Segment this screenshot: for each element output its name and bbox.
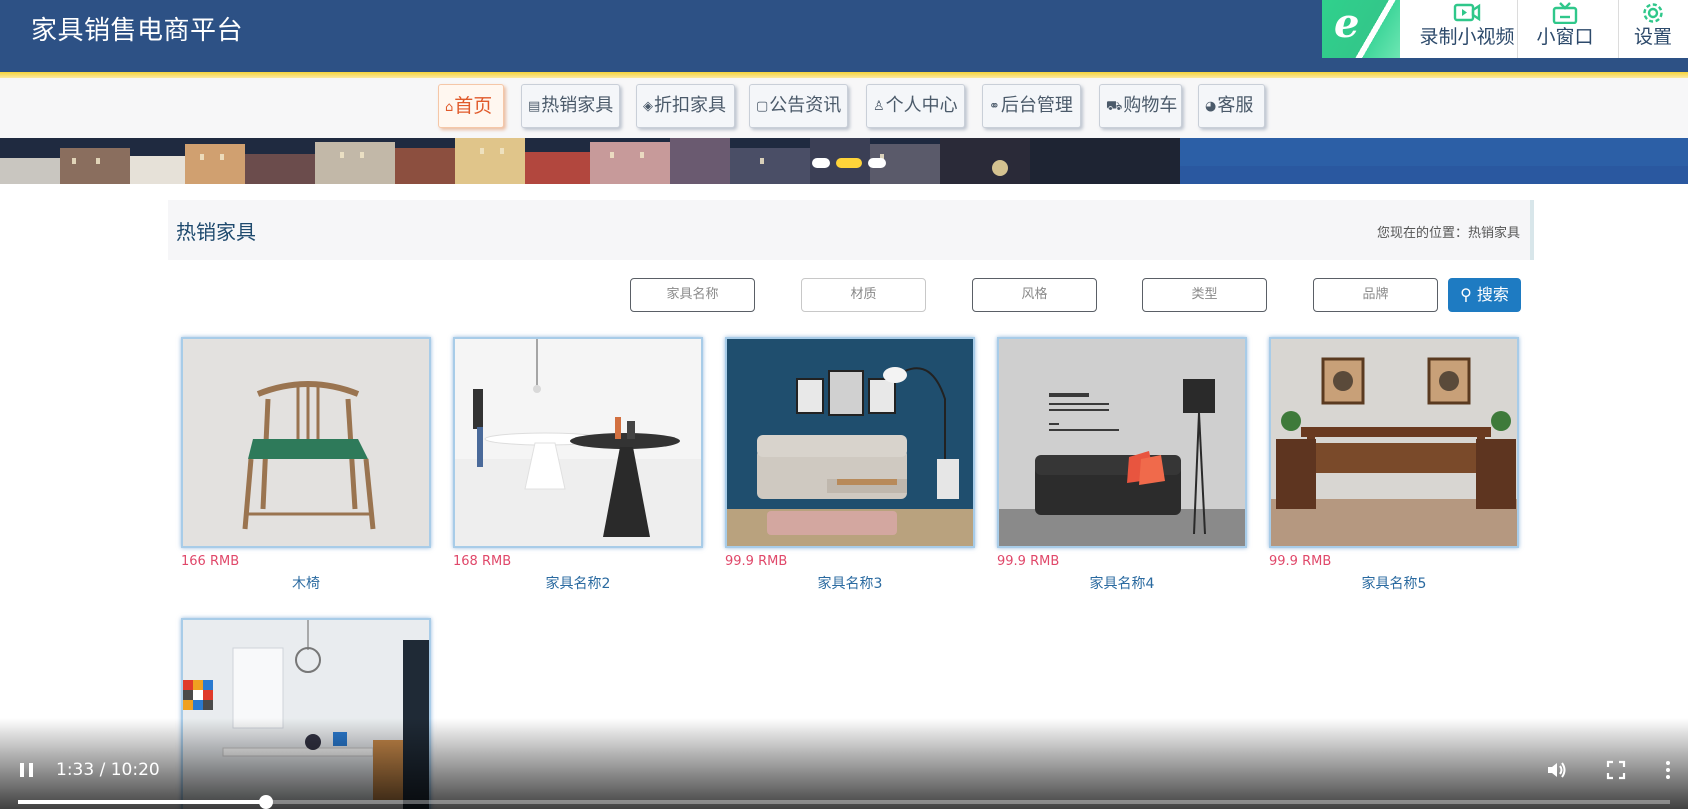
furniture-name-input[interactable]: 家具名称 xyxy=(630,278,755,312)
product-name[interactable]: 木椅 xyxy=(181,575,431,593)
product-price: 99.9 RMB xyxy=(997,554,1060,569)
nav-home[interactable]: ⌂首页 xyxy=(438,84,504,128)
gift-icon: ▤ xyxy=(528,99,541,114)
material-input[interactable]: 材质 xyxy=(801,278,926,312)
main-nav: ⌂首页 ▤热销家具 ◈折扣家具 ▢公告资讯 ♙个人中心 ⚭后台管理 ⛟购物车 ◕… xyxy=(0,78,1688,138)
nav-user-center[interactable]: ♙个人中心 xyxy=(866,84,965,128)
nav-customer-service-label: 客服 xyxy=(1217,95,1254,116)
brand-input[interactable]: 品牌 xyxy=(1313,278,1438,312)
user-icon: ♙ xyxy=(873,99,885,114)
gear-icon xyxy=(1643,3,1663,23)
search-label: 搜索 xyxy=(1476,285,1509,304)
nav-announcements-label: 公告资讯 xyxy=(769,95,842,116)
product-price: 168 RMB xyxy=(453,554,512,569)
nav-discount-furniture-label: 折扣家具 xyxy=(654,95,726,116)
camera-icon xyxy=(1453,3,1481,22)
browser-video-toolbar: e 录制小视频 小窗口 设置 xyxy=(1322,0,1688,58)
product-image[interactable] xyxy=(181,337,431,548)
link-icon: ⚭ xyxy=(989,99,1000,114)
video-progress-fill xyxy=(18,800,266,804)
video-controls-overlay xyxy=(0,718,1688,809)
tv-icon xyxy=(1552,2,1578,24)
mini-window-button[interactable]: 小窗口 xyxy=(1518,0,1612,58)
nav-hot-furniture-label: 热销家具 xyxy=(541,95,614,116)
more-vertical-icon xyxy=(1666,761,1670,779)
banner-dot[interactable] xyxy=(812,158,830,168)
chat-icon: ◕ xyxy=(1205,99,1217,114)
fullscreen-icon xyxy=(1606,760,1626,780)
product-price: 99.9 RMB xyxy=(725,554,788,569)
nav-discount-furniture[interactable]: ◈折扣家具 xyxy=(636,84,735,128)
nav-cart[interactable]: ⛟购物车 xyxy=(1099,84,1182,128)
video-progress-handle[interactable] xyxy=(259,795,273,809)
hero-banner xyxy=(0,138,1688,184)
nav-user-center-label: 个人中心 xyxy=(885,95,958,116)
record-video-button[interactable]: 录制小视频 xyxy=(1400,0,1534,58)
nav-cart-label: 购物车 xyxy=(1123,95,1178,116)
nav-announcements[interactable]: ▢公告资讯 xyxy=(749,84,848,128)
nav-customer-service[interactable]: ◕客服 xyxy=(1198,84,1265,128)
nav-home-label: 首页 xyxy=(454,95,493,117)
banner-dot-active[interactable] xyxy=(836,158,862,168)
product-card[interactable]: 99.9 RMB 家具名称4 xyxy=(997,337,1247,593)
product-name[interactable]: 家具名称5 xyxy=(1269,575,1519,593)
browser-logo-icon: e xyxy=(1322,0,1400,58)
style-input[interactable]: 风格 xyxy=(972,278,1097,312)
search-icon: ⚲ xyxy=(1460,285,1472,304)
more-options-button[interactable] xyxy=(1664,760,1672,784)
product-card[interactable]: 166 RMB 木椅 xyxy=(181,337,431,593)
nav-admin-label: 后台管理 xyxy=(1000,95,1073,116)
product-name[interactable]: 家具名称3 xyxy=(725,575,975,593)
volume-button[interactable] xyxy=(1546,760,1568,784)
pause-icon xyxy=(20,763,33,777)
type-input[interactable]: 类型 xyxy=(1142,278,1267,312)
section-header: 热销家具 您现在的位置：热销家具 xyxy=(168,200,1534,260)
video-time-display: 1:33 / 10:20 xyxy=(56,760,160,780)
breadcrumb: 您现在的位置：热销家具 xyxy=(1376,226,1520,241)
layers-icon: ◈ xyxy=(643,99,653,114)
product-card[interactable]: 99.9 RMB 家具名称5 xyxy=(1269,337,1519,593)
product-card[interactable]: 168 RMB 家具名称2 xyxy=(453,337,703,593)
product-price: 166 RMB xyxy=(181,554,240,569)
section-title: 热销家具 xyxy=(176,220,256,244)
banner-dot[interactable] xyxy=(868,158,886,168)
mini-window-label: 小窗口 xyxy=(1536,26,1594,48)
volume-icon xyxy=(1548,762,1566,778)
search-button[interactable]: ⚲ 搜索 xyxy=(1448,278,1521,312)
product-name[interactable]: 家具名称2 xyxy=(453,575,703,593)
product-image[interactable] xyxy=(725,337,975,548)
settings-button[interactable]: 设置 xyxy=(1618,0,1688,58)
product-image[interactable] xyxy=(997,337,1247,548)
fullscreen-button[interactable] xyxy=(1606,760,1626,784)
settings-label: 设置 xyxy=(1633,26,1672,48)
nav-hot-furniture[interactable]: ▤热销家具 xyxy=(521,84,620,128)
page: 家具销售电商平台 e 录制小视频 小窗口 设置 ⌂首页 ▤热销家具 ◈折扣家具 xyxy=(0,0,1688,809)
nav-admin[interactable]: ⚭后台管理 xyxy=(982,84,1081,128)
product-price: 99.9 RMB xyxy=(1269,554,1332,569)
home-icon: ⌂ xyxy=(445,100,454,115)
product-name[interactable]: 家具名称4 xyxy=(997,575,1247,593)
video-progress-bar[interactable] xyxy=(18,795,1670,809)
product-image[interactable] xyxy=(453,337,703,548)
pause-button[interactable] xyxy=(18,760,36,784)
record-video-label: 录制小视频 xyxy=(1419,26,1515,48)
cart-icon: ⛟ xyxy=(1106,99,1123,114)
product-card[interactable]: 99.9 RMB 家具名称3 xyxy=(725,337,975,593)
product-image[interactable] xyxy=(1269,337,1519,548)
site-title: 家具销售电商平台 xyxy=(31,16,244,46)
document-icon: ▢ xyxy=(756,99,769,114)
